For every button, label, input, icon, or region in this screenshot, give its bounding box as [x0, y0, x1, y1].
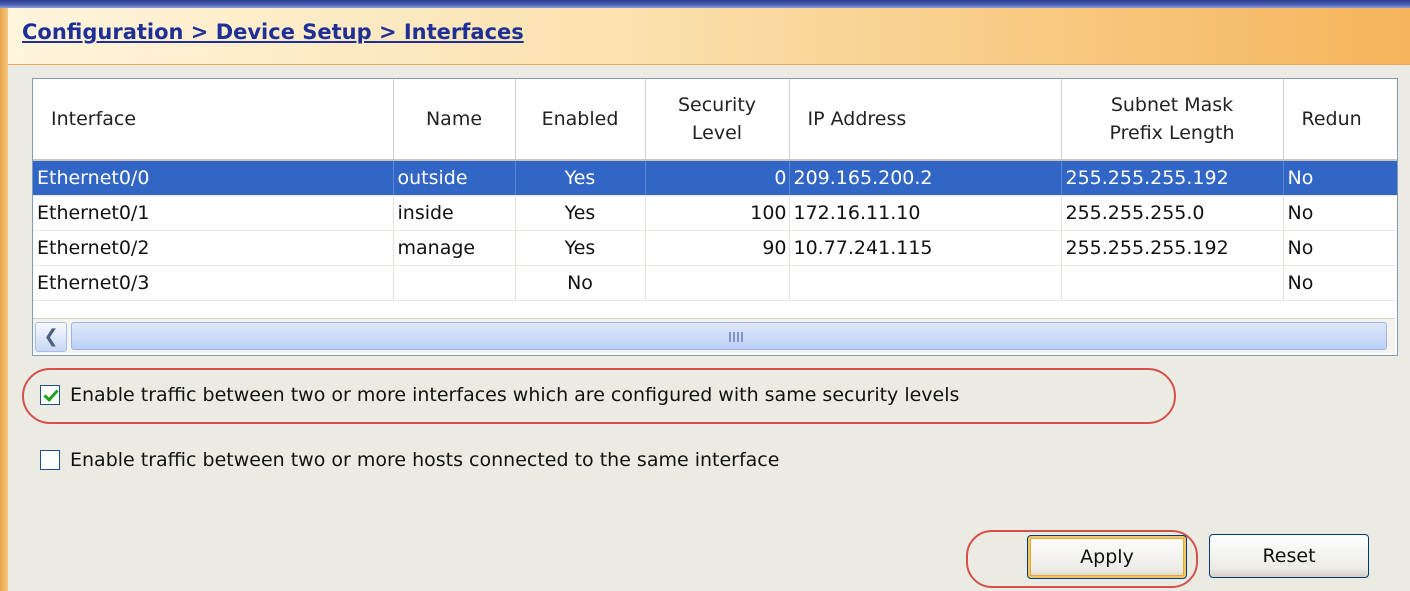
- cell-security-level: [645, 265, 790, 301]
- cell-ip-address: 209.165.200.2: [789, 160, 1062, 196]
- column-header-subnet-mask[interactable]: Subnet Mask Prefix Length: [1061, 79, 1284, 161]
- cell-security-level: 90: [645, 230, 790, 266]
- cell-name: [393, 265, 516, 301]
- checkbox-same-security[interactable]: [40, 385, 60, 405]
- breadcrumb[interactable]: Configuration > Device Setup > Interface…: [22, 20, 524, 44]
- cell-subnet-mask: 255.255.255.192: [1061, 230, 1284, 266]
- cell-redundant: No: [1283, 195, 1397, 231]
- option-label: Enable traffic between two or more hosts…: [70, 449, 780, 471]
- table-row[interactable]: Ethernet0/2 manage Yes 90 10.77.241.115 …: [33, 230, 1397, 266]
- cell-enabled: Yes: [515, 160, 646, 196]
- cell-interface: Ethernet0/2: [33, 230, 394, 266]
- cell-interface: Ethernet0/3: [33, 265, 394, 301]
- cell-interface: Ethernet0/1: [33, 195, 394, 231]
- column-header-security-level[interactable]: Security Level: [645, 79, 790, 161]
- column-header-enabled[interactable]: Enabled: [515, 79, 646, 161]
- horizontal-scrollbar[interactable]: ❮: [33, 318, 1395, 353]
- column-header-name[interactable]: Name: [393, 79, 516, 161]
- cell-redundant: No: [1283, 160, 1397, 196]
- reset-button[interactable]: Reset: [1209, 534, 1369, 578]
- cell-enabled: Yes: [515, 230, 646, 266]
- cell-redundant: No: [1283, 265, 1397, 301]
- cell-subnet-mask: [1061, 265, 1284, 301]
- option-same-interface-traffic[interactable]: Enable traffic between two or more hosts…: [40, 449, 779, 471]
- checkbox-same-interface[interactable]: [40, 450, 60, 470]
- cell-name: outside: [393, 160, 516, 196]
- window-top-border: [0, 0, 1410, 8]
- table-row[interactable]: Ethernet0/3 No No: [33, 265, 1397, 301]
- checkmark-icon: [43, 386, 59, 402]
- apply-button[interactable]: Apply: [1027, 535, 1187, 579]
- breadcrumb-bar: Configuration > Device Setup > Interface…: [8, 8, 1410, 65]
- column-header-interface[interactable]: Interface: [33, 79, 394, 161]
- cell-security-level: 0: [645, 160, 790, 196]
- left-panel-edge: [0, 8, 8, 591]
- cell-ip-address: 10.77.241.115: [789, 230, 1062, 266]
- cell-enabled: No: [515, 265, 646, 301]
- option-same-security-traffic[interactable]: Enable traffic between two or more inter…: [40, 384, 959, 406]
- cell-ip-address: [789, 265, 1062, 301]
- cell-interface: Ethernet0/0: [33, 160, 394, 196]
- option-label: Enable traffic between two or more inter…: [70, 384, 960, 406]
- cell-subnet-mask: 255.255.255.0: [1061, 195, 1284, 231]
- table-row-selected[interactable]: Ethernet0/0 outside Yes 0 209.165.200.2 …: [33, 160, 1397, 196]
- grip-icon: [729, 332, 743, 342]
- table-header-row: Interface Name Enabled Security Level IP…: [33, 79, 1397, 161]
- table-row[interactable]: Ethernet0/1 inside Yes 100 172.16.11.10 …: [33, 195, 1397, 231]
- cell-name: inside: [393, 195, 516, 231]
- scrollbar-thumb[interactable]: [71, 322, 1387, 350]
- column-header-ip-address[interactable]: IP Address: [789, 79, 1062, 161]
- cell-ip-address: 172.16.11.10: [789, 195, 1062, 231]
- cell-subnet-mask: 255.255.255.192: [1061, 160, 1284, 196]
- column-header-redundant[interactable]: Redun: [1283, 79, 1397, 161]
- cell-redundant: No: [1283, 230, 1397, 266]
- cell-security-level: 100: [645, 195, 790, 231]
- chevron-left-icon[interactable]: ❮: [35, 322, 67, 352]
- cell-enabled: Yes: [515, 195, 646, 231]
- interfaces-table: Interface Name Enabled Security Level IP…: [32, 78, 1398, 356]
- cell-name: manage: [393, 230, 516, 266]
